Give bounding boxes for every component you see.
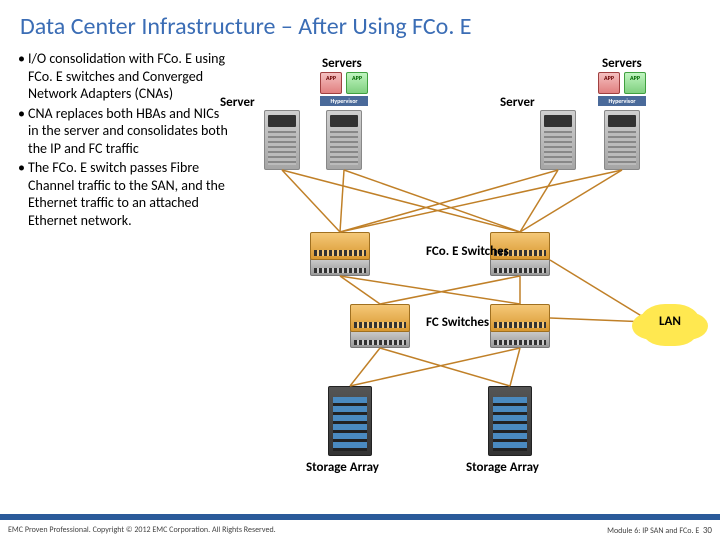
list-item: The FCo. E switch passes Fibre Channel t… bbox=[18, 159, 228, 229]
page-title: Data Center Infrastructure – After Using… bbox=[0, 0, 720, 49]
storage-label: Storage Array bbox=[306, 460, 379, 475]
vm-icon: APP bbox=[624, 72, 646, 94]
list-item: I/O consolidation with FCo. E using FCo.… bbox=[18, 50, 228, 103]
storage-icon bbox=[488, 386, 532, 456]
server-icon bbox=[326, 110, 362, 170]
servers-label: Servers bbox=[322, 56, 362, 71]
switch-icon bbox=[490, 258, 550, 276]
vm-cluster: APP APP Hypervisor bbox=[320, 72, 380, 114]
hypervisor-label: Hypervisor bbox=[320, 96, 368, 106]
server-label: Server bbox=[500, 95, 535, 110]
server-label: Server bbox=[220, 95, 255, 110]
switch-icon bbox=[490, 330, 550, 348]
hypervisor-label: Hypervisor bbox=[598, 96, 646, 106]
bullet-list: I/O consolidation with FCo. E using FCo.… bbox=[18, 50, 228, 231]
list-item: CNA replaces both HBAs and NICs in the s… bbox=[18, 105, 228, 158]
footer: EMC Proven Professional. Copyright © 201… bbox=[8, 525, 712, 536]
switch-icon bbox=[310, 258, 370, 276]
lan-cloud: LAN bbox=[640, 304, 700, 340]
vm-cluster: APP APP Hypervisor bbox=[598, 72, 658, 114]
fcoe-switch-icon bbox=[310, 232, 370, 260]
fc-switches-label: FC Switches bbox=[426, 316, 489, 329]
server-icon bbox=[264, 110, 300, 170]
server-icon bbox=[604, 110, 640, 170]
storage-icon bbox=[328, 386, 372, 456]
fc-switch-icon bbox=[490, 304, 550, 332]
vm-icon: APP bbox=[320, 72, 342, 94]
fcoe-switches-label: FCo. E Switches bbox=[426, 245, 509, 258]
vm-icon: APP bbox=[598, 72, 620, 94]
storage-label: Storage Array bbox=[466, 460, 539, 475]
vm-icon: APP bbox=[346, 72, 368, 94]
fc-switch-icon bbox=[350, 304, 410, 332]
servers-label: Servers bbox=[602, 56, 642, 71]
footer-left: EMC Proven Professional. Copyright © 201… bbox=[8, 525, 276, 536]
server-icon bbox=[540, 110, 576, 170]
footer-bar bbox=[0, 514, 720, 520]
switch-icon bbox=[350, 330, 410, 348]
footer-right: Module 6: IP SAN and FCo. E 30 bbox=[607, 525, 712, 536]
